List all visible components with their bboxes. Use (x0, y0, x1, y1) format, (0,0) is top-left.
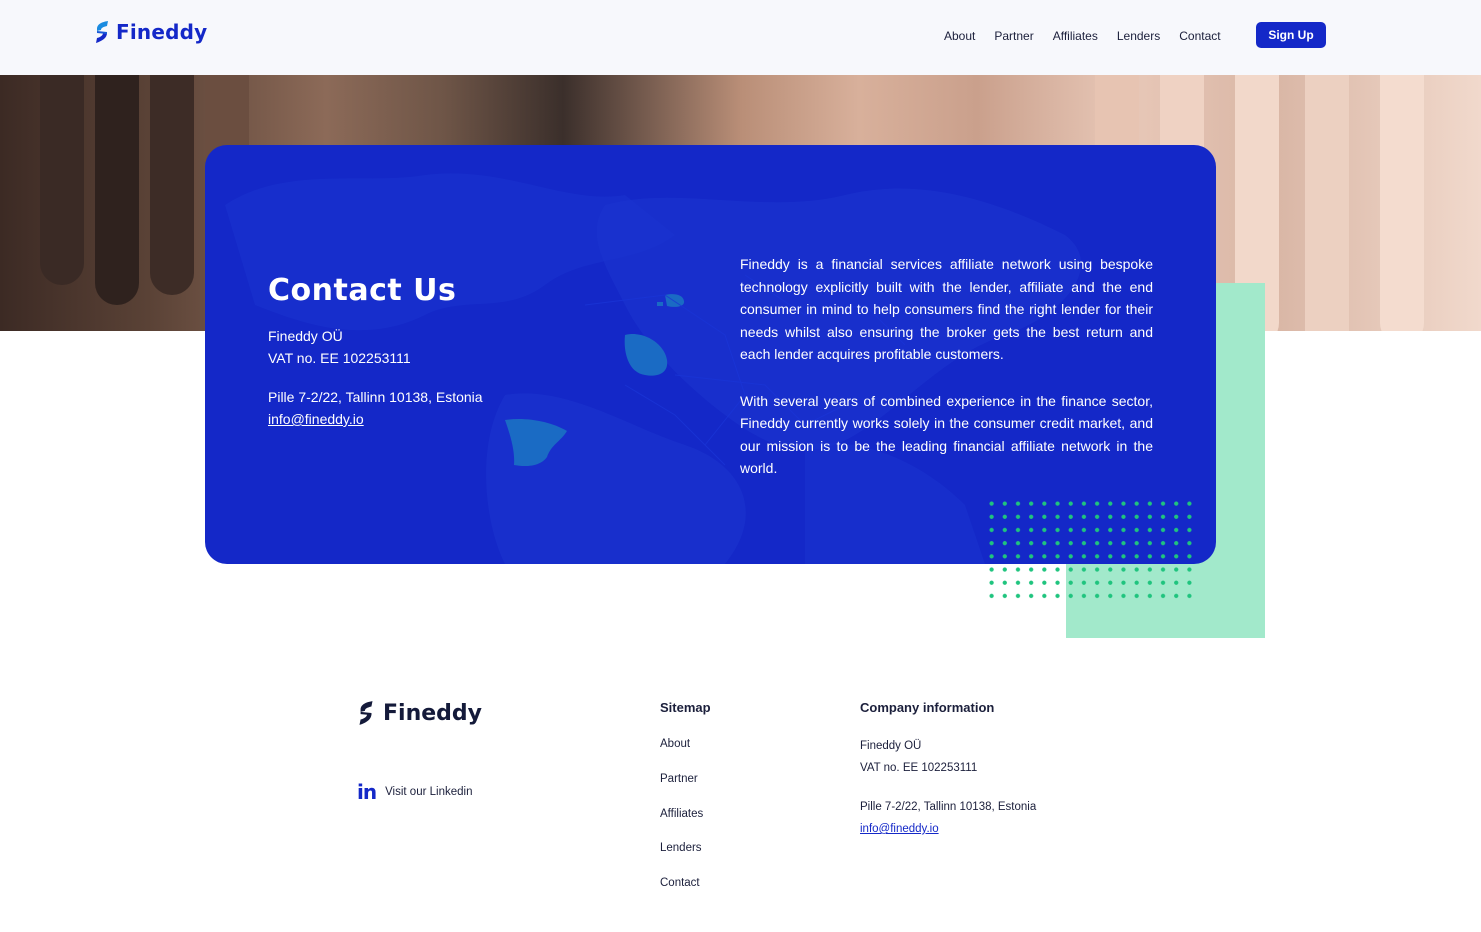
footer-email-link[interactable]: info@fineddy.io (860, 823, 939, 835)
fineddy-logo-icon (96, 21, 108, 43)
contact-email-link[interactable]: info@fineddy.io (268, 411, 364, 427)
footer-link-about[interactable]: About (660, 735, 703, 770)
about-text: Fineddy is a financial services affiliat… (740, 253, 1153, 480)
nav-about[interactable]: About (944, 26, 975, 46)
contact-vat: VAT no. EE 102253111 (268, 350, 411, 366)
footer-link-partner[interactable]: Partner (660, 770, 703, 805)
footer-vat: VAT no. EE 102253111 (860, 762, 978, 774)
company-info-title: Company information (860, 700, 995, 715)
contact-address: Pille 7-2/22, Tallinn 10138, Estonia (268, 389, 483, 405)
main-nav: About Partner Affiliates Lenders Contact (944, 26, 1240, 46)
finger-shape (150, 75, 194, 295)
nav-partner[interactable]: Partner (994, 26, 1033, 46)
footer-link-lenders[interactable]: Lenders (660, 839, 703, 874)
finger-shape (1305, 75, 1349, 331)
footer-link-affiliates[interactable]: Affiliates (660, 805, 703, 840)
linkedin-label: Visit our Linkedin (385, 786, 473, 798)
company-info: Fineddy OÜ VAT no. EE 102253111 Pille 7-… (860, 735, 1036, 840)
dot-grid-decoration (985, 497, 1195, 601)
nav-contact[interactable]: Contact (1179, 26, 1220, 46)
linkedin-icon: in (357, 780, 377, 804)
contact-company-name: Fineddy OÜ (268, 328, 343, 344)
sitemap-links: About Partner Affiliates Lenders Contact (660, 735, 703, 909)
footer-logo[interactable]: Fineddy (357, 700, 482, 726)
header-brand-name: Fineddy (116, 20, 208, 44)
finger-shape (95, 75, 139, 305)
footer-company-name: Fineddy OÜ (860, 740, 922, 752)
signup-button[interactable]: Sign Up (1256, 22, 1326, 48)
header-logo[interactable]: Fineddy (94, 20, 207, 44)
contact-details: Fineddy OÜ VAT no. EE 102253111 Pille 7-… (268, 325, 483, 430)
sitemap-title: Sitemap (660, 700, 711, 715)
finger-shape (1380, 75, 1424, 331)
about-paragraph: With several years of combined experienc… (740, 392, 1153, 477)
footer-link-contact[interactable]: Contact (660, 874, 703, 909)
nav-lenders[interactable]: Lenders (1117, 26, 1160, 46)
finger-shape (40, 75, 84, 285)
footer-address: Pille 7-2/22, Tallinn 10138, Estonia (860, 801, 1037, 813)
about-paragraph: Fineddy is a financial services affiliat… (740, 256, 1153, 362)
footer-brand-name: Fineddy (383, 700, 482, 726)
fineddy-logo-icon (359, 701, 373, 725)
linkedin-link[interactable]: in Visit our Linkedin (357, 780, 472, 804)
site-header: Fineddy About Partner Affiliates Lenders… (0, 0, 1481, 75)
nav-affiliates[interactable]: Affiliates (1053, 26, 1098, 46)
contact-title: Contact Us (268, 273, 457, 308)
